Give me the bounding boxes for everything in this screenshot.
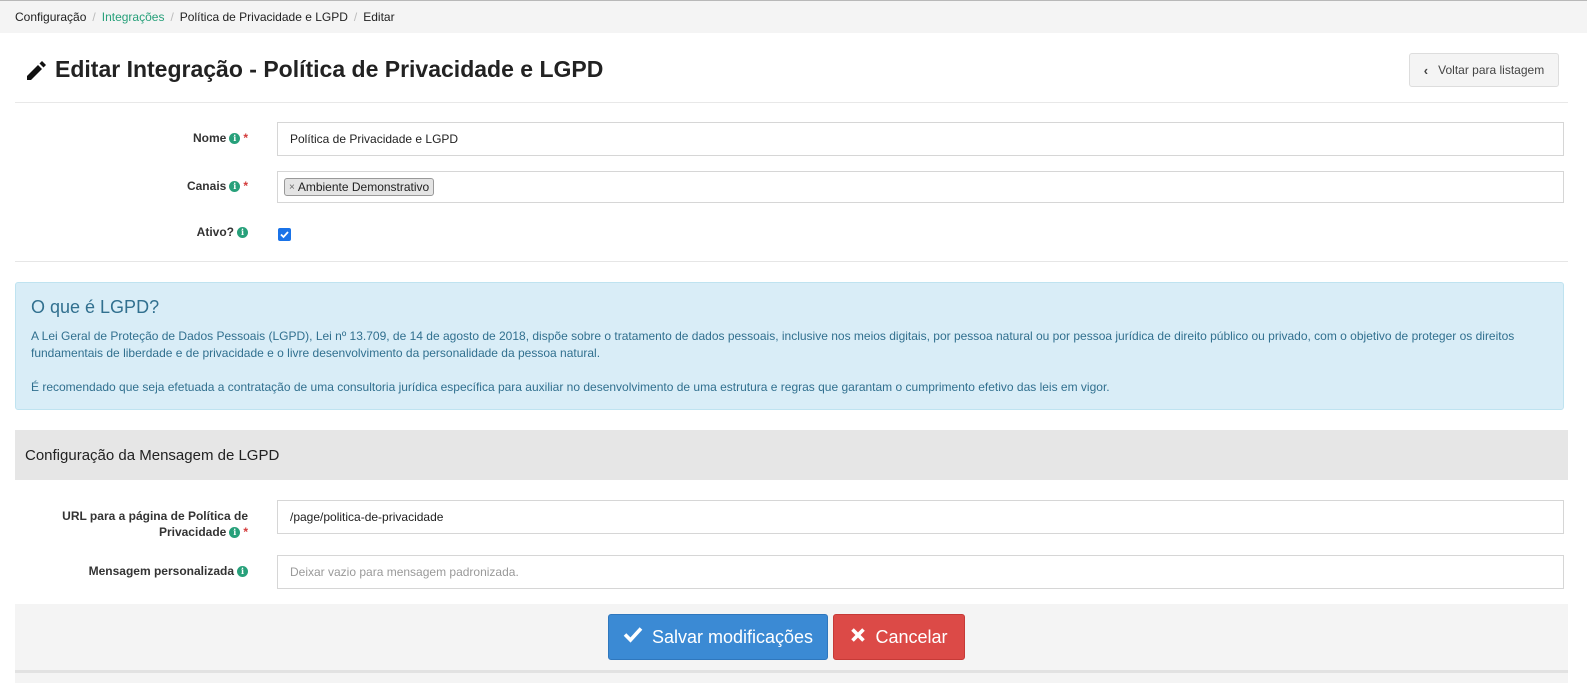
check-icon [623, 625, 643, 649]
nome-input-value: Política de Privacidade e LGPD [290, 132, 459, 146]
remove-tag-icon[interactable]: × [289, 182, 295, 193]
url-input-value: /page/politica-de-privacidade [290, 510, 444, 524]
footer-bottom-border [15, 670, 1568, 673]
url-label: URL para a página de Política de Privaci… [15, 508, 248, 540]
nome-input[interactable]: Política de Privacidade e LGPD [277, 122, 1564, 156]
alert-paragraph-2: É recomendado que seja efetuada a contra… [31, 380, 1110, 394]
check-icon [280, 231, 289, 239]
canais-multiselect[interactable]: × Ambiente Demonstrativo [277, 171, 1564, 203]
page-title-text: Editar Integração - Política de Privacid… [55, 56, 604, 82]
form-row-mensagem: Mensagem personalizada i Deixar vazio par… [15, 555, 1568, 589]
back-to-list-label: Voltar para listagem [1438, 63, 1545, 77]
nome-label: Nome i * [15, 130, 248, 146]
url-label-line1: URL para a página de Política de [62, 509, 248, 523]
form-row-canais: Canais i * × Ambiente Demonstrativo [15, 170, 1568, 204]
alert-title: O que é LGPD? [31, 297, 160, 317]
channel-tag: × Ambiente Demonstrativo [284, 178, 435, 196]
mensagem-placeholder: Deixar vazio para mensagem padronizada. [290, 565, 519, 579]
canais-label: Canais i * [15, 178, 248, 194]
channel-tag-label: Ambiente Demonstrativo [297, 180, 430, 194]
info-icon[interactable]: i [237, 227, 248, 238]
canais-label-text: Canais [186, 179, 227, 193]
breadcrumb-separator: / [92, 10, 96, 24]
form-divider [15, 261, 1568, 262]
breadcrumb-separator: / [353, 10, 358, 24]
mensagem-label-text: Mensagem personalizada [88, 564, 234, 578]
cancel-button[interactable]: Cancelar [833, 614, 965, 660]
alert-paragraph-1: A Lei Geral de Proteção de Dados Pessoai… [31, 329, 1515, 360]
breadcrumb-item-politica[interactable]: Política de Privacidade e LGPD [180, 10, 348, 24]
form-actions: Salvar modificações Cancelar [15, 604, 1568, 683]
required-mark: * [243, 131, 248, 145]
info-icon[interactable]: i [229, 527, 241, 538]
back-to-list-button[interactable]: ‹ Voltar para listagem [1409, 53, 1559, 87]
breadcrumb-separator: / [170, 10, 174, 24]
mensagem-label: Mensagem personalizada i [15, 563, 248, 579]
section-title: Configuração da Mensagem de LGPD [25, 446, 280, 464]
form-row-url: URL para a página de Política de Privaci… [15, 500, 1568, 544]
required-mark: * [243, 179, 248, 193]
mensagem-input[interactable]: Deixar vazio para mensagem padronizada. [277, 555, 1564, 589]
ativo-label: Ativo? i [15, 224, 248, 240]
nome-label-text: Nome [192, 131, 227, 145]
form-row-ativo: Ativo? i [15, 222, 1568, 246]
required-mark: * [243, 525, 248, 539]
url-label-line2: Privacidade [158, 525, 227, 539]
cancel-button-label: Cancelar [875, 626, 948, 647]
close-icon [850, 626, 866, 649]
breadcrumb-item-integracoes[interactable]: Integrações [102, 10, 165, 24]
ativo-label-text: Ativo? [196, 225, 234, 239]
chevron-left-icon: ‹ [1423, 62, 1429, 78]
save-button[interactable]: Salvar modificações [608, 614, 828, 660]
save-button-label: Salvar modificações [651, 626, 814, 647]
page-title: Editar Integração - Política de Privacid… [23, 56, 603, 83]
section-header: Configuração da Mensagem de LGPD [15, 430, 1568, 480]
breadcrumb-item-editar: Editar [363, 10, 395, 24]
info-icon[interactable]: i [229, 181, 241, 192]
breadcrumb: Configuração / Integrações / Política de… [0, 1, 1587, 33]
url-input[interactable]: /page/politica-de-privacidade [277, 500, 1564, 534]
form-row-nome: Nome i * Política de Privacidade e LGPD [15, 122, 1568, 156]
info-icon[interactable]: i [237, 566, 248, 577]
info-icon[interactable]: i [229, 133, 241, 144]
ativo-checkbox[interactable] [278, 228, 291, 241]
pencil-icon [23, 57, 49, 83]
breadcrumb-item-configuracao[interactable]: Configuração [15, 10, 86, 24]
page-header: Editar Integração - Política de Privacid… [15, 34, 1568, 103]
lgpd-info-alert: O que é LGPD? A Lei Geral de Proteção de… [15, 282, 1564, 410]
